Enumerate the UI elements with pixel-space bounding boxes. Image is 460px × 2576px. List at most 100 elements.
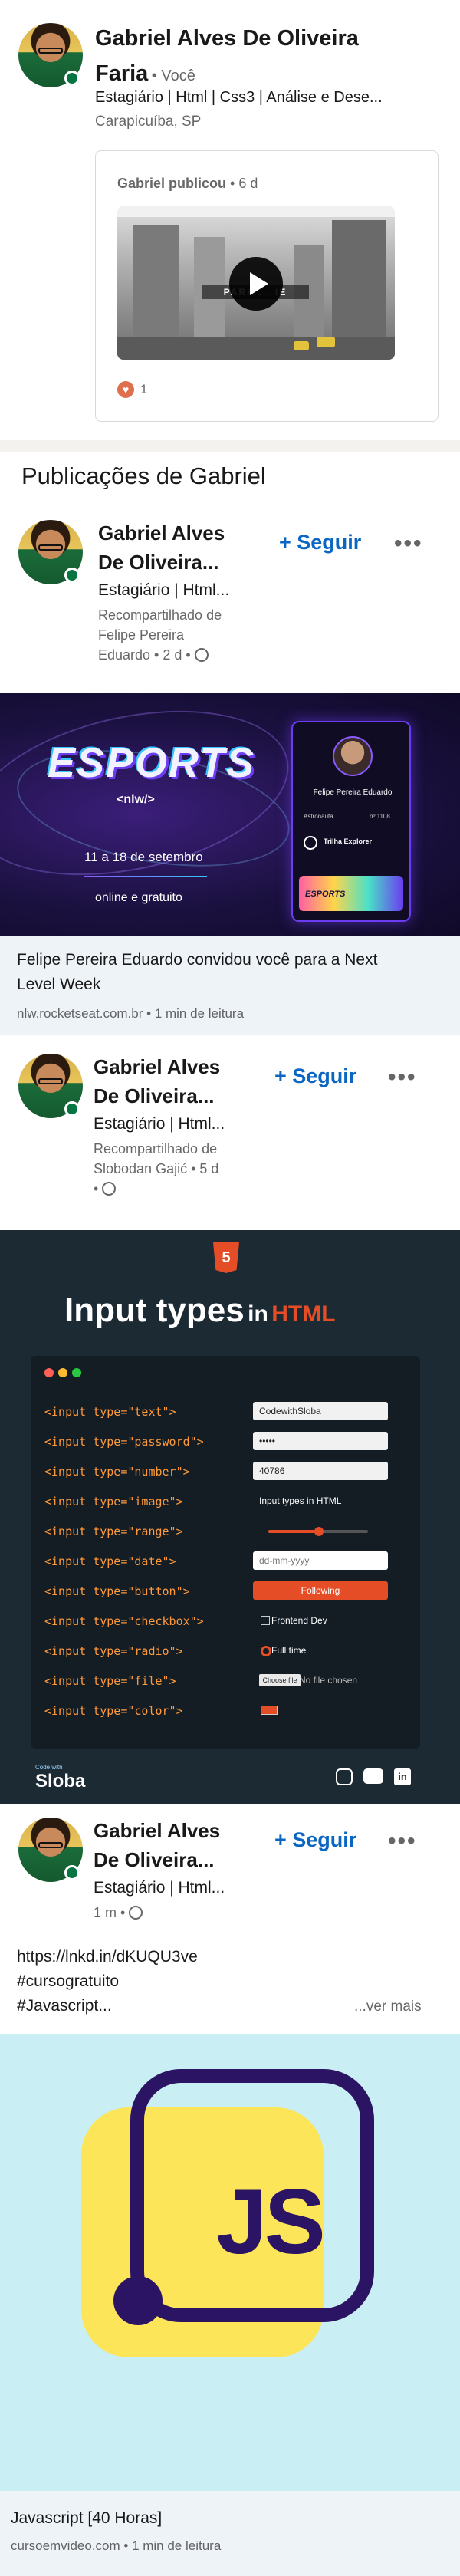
- post-link-text[interactable]: https://lnkd.in/dKUQU3ve: [17, 1948, 198, 1966]
- activity-author: Gabriel publicou: [117, 176, 227, 191]
- play-icon[interactable]: [229, 257, 283, 311]
- post-hashtag[interactable]: #cursogratuito: [17, 1972, 119, 1991]
- badge-logo: ESPORTS: [305, 890, 346, 899]
- input-code: <input type="image">: [44, 1495, 183, 1508]
- youtube-icon: [363, 1768, 383, 1784]
- input-code: <input type="date">: [44, 1554, 176, 1568]
- post-image-nlw[interactable]: ESPORTS <nlw/> 11 a 18 de setembro onlin…: [0, 693, 460, 936]
- input-preview: 40786: [253, 1462, 388, 1480]
- input-row: <input type="password"> •••••: [31, 1430, 420, 1453]
- badge-card: Felipe Pereira Eduardo Astronauta nº 110…: [291, 721, 411, 922]
- more-options-icon[interactable]: •••: [388, 1064, 417, 1091]
- more-options-icon[interactable]: •••: [394, 531, 423, 557]
- input-row: <input type="number"> 40786: [31, 1460, 420, 1483]
- activity-video-thumbnail[interactable]: PARA ... IE: [117, 206, 395, 360]
- js-logo-text: JS: [216, 2170, 326, 2273]
- input-code: <input type="radio">: [44, 1644, 183, 1658]
- image-title: Input types: [64, 1291, 245, 1329]
- reactions-count[interactable]: 1: [140, 382, 147, 397]
- link-title-line2[interactable]: Level Week: [17, 975, 100, 994]
- input-preview: Input types in HTML: [259, 1495, 342, 1506]
- post-author-headline: Estagiário | Html...: [94, 1879, 225, 1897]
- online-status-icon: [64, 1865, 80, 1880]
- input-row: <input type="text"> CodewithSloba: [31, 1400, 420, 1423]
- post-author-name-line2[interactable]: De Oliveira...: [98, 551, 219, 574]
- post-author-name-line2[interactable]: De Oliveira...: [94, 1084, 215, 1108]
- link-meta: nlw.rocketseat.com.br • 1 min de leitura: [17, 1006, 245, 1021]
- profile-header: Gabriel Alves De Oliveira Faria • Você E…: [0, 0, 460, 138]
- input-row: <input type="file"> No file chosen Choose …: [31, 1670, 420, 1693]
- badge-role: Astronauta: [304, 813, 334, 820]
- code-window: <input type="text"> CodewithSloba <input t…: [31, 1356, 420, 1749]
- input-code: <input type="password">: [44, 1435, 204, 1449]
- repost-time: •: [94, 1181, 99, 1196]
- input-preview: Frontend Dev: [271, 1615, 327, 1626]
- radio-icon: [261, 1646, 271, 1656]
- link-title[interactable]: Felipe Pereira Eduardo convidou você par…: [17, 951, 377, 969]
- event-dates: 11 a 18 de setembro: [84, 850, 203, 864]
- repost-time: Eduardo • 2 d •: [98, 647, 191, 663]
- post-author-name[interactable]: Gabriel Alves: [98, 521, 225, 545]
- input-preview: CodewithSloba: [253, 1402, 388, 1420]
- online-status-icon: [64, 71, 80, 86]
- section-divider: [0, 440, 460, 452]
- activity-card[interactable]: Gabriel publicou • 6 d PARA ... IE ♥ 1: [95, 150, 439, 422]
- post-time: 1 m •: [94, 1905, 126, 1920]
- linkedin-icon: in: [394, 1768, 411, 1785]
- input-row: <input type="radio"> Full time: [31, 1640, 420, 1663]
- online-status-icon: [64, 568, 80, 583]
- nlw-logo: <nlw/>: [117, 793, 155, 806]
- more-options-icon[interactable]: •••: [388, 1828, 417, 1854]
- globe-icon: [102, 1182, 117, 1196]
- post-hashtag[interactable]: #Javascript...: [17, 1997, 112, 2015]
- link-title[interactable]: Javascript [40 Horas]: [11, 2509, 162, 2528]
- input-row: <input type="color">: [31, 1699, 420, 1722]
- input-preview: •••••: [253, 1432, 388, 1450]
- link-preview[interactable]: Felipe Pereira Eduardo convidou você par…: [0, 936, 460, 1035]
- follow-button[interactable]: + Seguir: [279, 531, 361, 554]
- post-image-javascript[interactable]: JS: [0, 2034, 460, 2491]
- post-image-input-types[interactable]: 5 Input types in HTML <input type="text"…: [0, 1230, 460, 1804]
- input-code: <input type="file">: [44, 1674, 176, 1688]
- instagram-icon: [336, 1768, 353, 1785]
- like-reaction-icon[interactable]: ♥: [117, 381, 134, 398]
- sloba-brand: Code with Sloba: [35, 1764, 85, 1792]
- input-preview: Following: [253, 1581, 388, 1600]
- input-code: <input type="range">: [44, 1525, 183, 1538]
- post-author-name-line2[interactable]: De Oliveira...: [94, 1848, 215, 1872]
- link-preview[interactable]: Javascript [40 Horas] cursoemvideo.com •…: [0, 2491, 460, 2576]
- badge-name: Felipe Pereira Eduardo: [313, 788, 393, 797]
- link-meta: cursoemvideo.com • 1 min de leitura: [11, 2538, 222, 2553]
- repost-label: Recompartilhado de: [98, 607, 222, 623]
- esports-logo: ESPORTS: [48, 740, 256, 786]
- badge-track: Trilha Explorer: [324, 837, 373, 845]
- input-code: <input type="checkbox">: [44, 1614, 204, 1628]
- profile-location: Carapicuíba, SP: [95, 114, 202, 130]
- color-swatch: [261, 1706, 278, 1715]
- see-more-link[interactable]: ...ver mais: [354, 1999, 422, 2015]
- input-preview: dd-mm-yyyy: [253, 1551, 388, 1570]
- post-author-name[interactable]: Gabriel Alves: [94, 1819, 220, 1843]
- brand-small: Code with: [35, 1764, 63, 1771]
- input-code: <input type="number">: [44, 1465, 190, 1479]
- globe-icon: [129, 1906, 143, 1920]
- profile-headline: Estagiário | Html | Css3 | Análise e Des…: [95, 89, 383, 106]
- input-row: <input type="range">: [31, 1520, 420, 1543]
- repost-source[interactable]: Slobodan Gajić • 5 d: [94, 1161, 219, 1177]
- image-title-in: in: [248, 1301, 268, 1327]
- follow-button[interactable]: + Seguir: [274, 1064, 356, 1088]
- globe-icon: [194, 648, 209, 662]
- profile-name[interactable]: Gabriel Alves De Oliveira: [95, 25, 359, 52]
- image-title-html: HTML: [271, 1301, 336, 1327]
- input-row: <input type="checkbox"> Frontend Dev: [31, 1610, 420, 1633]
- profile-name-line2[interactable]: Faria: [95, 61, 148, 86]
- follow-button[interactable]: + Seguir: [274, 1828, 356, 1852]
- input-code: <input type="text">: [44, 1405, 176, 1419]
- post-author-name[interactable]: Gabriel Alves: [94, 1055, 220, 1079]
- activity-age: • 6 d: [230, 176, 258, 191]
- input-code: <input type="button">: [44, 1584, 190, 1598]
- range-slider: [268, 1527, 368, 1536]
- post-author-headline: Estagiário | Html...: [98, 581, 230, 599]
- repost-source[interactable]: Felipe Pereira: [98, 627, 184, 643]
- repost-label: Recompartilhado de: [94, 1141, 218, 1156]
